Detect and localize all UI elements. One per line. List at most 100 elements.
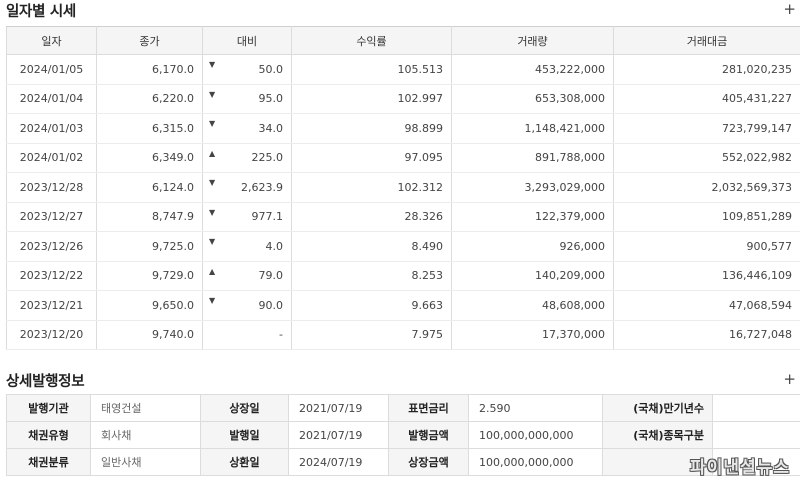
cell-close: 6,124.0 [96, 172, 203, 203]
cell-date: 2023/12/26 [6, 231, 97, 262]
cell-close: 6,315.0 [96, 113, 203, 144]
daily-row: 2023/12/21 9,650.0 ▼ 90.0 9.663 48,608,000 47,… [6, 290, 800, 321]
detail-row: 채권유형 회사채 발행일 2021/07/19 발행금액 100,000,000,000(… [6, 421, 800, 449]
cell-change: - [202, 320, 292, 350]
daily-row: 2023/12/27 8,747.9 ▼ 977.1 28.326 122,379,000… [6, 202, 800, 232]
down-arrow-icon: ▼ [209, 119, 216, 128]
cell-volume: 453,222,000 [451, 54, 614, 85]
detail-expand-icon[interactable]: + [783, 370, 796, 388]
cell-amount: 16,727,048 [613, 320, 800, 350]
cell-volume: 48,608,000 [451, 290, 614, 321]
detail-label: (국채)종목구분 [602, 421, 713, 449]
cell-amount: 136,446,109 [613, 261, 800, 291]
col-header-volume: 거래량 [451, 26, 614, 55]
cell-amount: 552,022,982 [613, 143, 800, 173]
cell-close: 9,729.0 [96, 261, 203, 291]
cell-change-value: 95.0 [258, 92, 284, 106]
cell-volume: 3,293,029,000 [451, 172, 614, 203]
cell-amount: 723,799,147 [613, 113, 800, 144]
cell-change-value: - [279, 328, 283, 342]
daily-row: 2023/12/26 9,725.0 ▼ 4.0 8.490 926,000 900,577 [6, 231, 800, 262]
cell-close: 6,220.0 [96, 84, 203, 114]
detail-value: 2021/07/19 [288, 394, 389, 422]
cell-change-value: 50.0 [258, 62, 284, 76]
detail-value: 2.590 [468, 394, 603, 422]
cell-date: 2024/01/02 [6, 143, 97, 173]
col-header-amount: 거래대금 [613, 26, 800, 55]
cell-change-value: 90.0 [258, 298, 284, 312]
cell-change: ▼ 90.0 [202, 290, 292, 321]
daily-row: 2024/01/03 6,315.0 ▼ 34.0 98.899 1,148,421,00… [6, 113, 800, 144]
cell-yield: 105.513 [291, 54, 452, 85]
cell-volume: 653,308,000 [451, 84, 614, 114]
cell-date: 2023/12/22 [6, 261, 97, 291]
cell-volume: 122,379,000 [451, 202, 614, 232]
daily-row: 2024/01/04 6,220.0 ▼ 95.0 102.997 653,308,000… [6, 84, 800, 114]
up-arrow-icon: ▲ [209, 266, 216, 276]
detail-label: 발행일 [200, 421, 289, 449]
cell-close: 6,170.0 [96, 54, 203, 85]
cell-volume: 140,209,000 [451, 261, 614, 291]
daily-row: 2024/01/02 6,349.0 ▲ 225.0 97.095 891,788,000… [6, 143, 800, 173]
detail-section-title: 상세발행정보 [6, 374, 85, 390]
detail-row: 채권분류 일반사채 상환일 2024/07/19 상장금액 100,000,000,000… [6, 448, 800, 476]
up-arrow-icon: ▲ [209, 148, 216, 158]
daily-header-row: 일자 종가 대비 수익률 거래량 거래대금 [6, 26, 800, 55]
detail-value: 일반사채 [90, 448, 201, 476]
cell-amount: 281,020,235 [613, 54, 800, 85]
cell-date: 2023/12/20 [6, 320, 97, 350]
cell-close: 9,740.0 [96, 320, 203, 350]
cell-yield: 98.899 [291, 113, 452, 144]
cell-change: ▼ 50.0 [202, 54, 292, 85]
watermark-logo: 파이낸셜뉴스 [690, 458, 790, 478]
down-arrow-icon: ▼ [209, 296, 216, 305]
down-arrow-icon: ▼ [209, 178, 216, 187]
detail-section-header: 상세발행정보 + [0, 370, 800, 394]
daily-expand-icon[interactable]: + [783, 0, 796, 18]
detail-row: 발행기관 태영건설 상장일 2021/07/19 표면금리 2.590 (국채)만기년수 [6, 394, 800, 422]
cell-amount: 900,577 [613, 231, 800, 262]
cell-yield: 97.095 [291, 143, 452, 173]
daily-row: 2023/12/20 9,740.0 -7.975 17,370,000 16,727,… [6, 320, 800, 350]
cell-yield: 102.312 [291, 172, 452, 203]
cell-volume: 891,788,000 [451, 143, 614, 173]
cell-change: ▲ 225.0 [202, 143, 292, 173]
detail-value [712, 421, 800, 449]
detail-label: (국채)만기년수 [602, 394, 713, 422]
daily-row: 2023/12/22 9,729.0 ▲ 79.0 8.253 140,209,000 13… [6, 261, 800, 291]
down-arrow-icon: ▼ [209, 89, 216, 99]
cell-date: 2024/01/05 [6, 54, 97, 85]
cell-date: 2023/12/21 [6, 290, 97, 321]
cell-date: 2023/12/28 [6, 172, 97, 203]
cell-amount: 47,068,594 [613, 290, 800, 321]
daily-table-body: 2024/01/05 6,170.0 ▼ 50.0 105.513 453,222,000… [6, 54, 800, 350]
detail-table-body: 발행기관 태영건설 상장일 2021/07/19 표면금리 2.590 (국채)만기년수 채권… [6, 394, 800, 476]
col-header-change: 대비 [202, 26, 292, 55]
cell-yield: 9.663 [291, 290, 452, 321]
detail-label: 표면금리 [388, 394, 469, 422]
detail-label: 발행금액 [388, 421, 469, 449]
detail-table-container: 발행기관 태영건설 상장일 2021/07/19 표면금리 2.590 (국채)만기년수 채권… [6, 394, 800, 476]
cell-yield: 8.490 [291, 231, 452, 262]
detail-label: 채권분류 [6, 448, 91, 476]
cell-change: ▼ 977.1 [202, 202, 292, 232]
cell-change: ▲ 79.0 [202, 261, 292, 291]
detail-label: 발행기관 [6, 394, 91, 422]
cell-volume: 1,148,421,000 [451, 113, 614, 144]
detail-value: 2024/07/19 [288, 448, 389, 476]
detail-info-table: 발행기관 태영건설 상장일 2021/07/19 표면금리 2.590 (국채)만기년수 채권… [6, 394, 800, 476]
daily-quotes-table: 일자 종가 대비 수익률 거래량 거래대금 2024/01/05 6,170.0 ▼… [6, 26, 800, 350]
cell-change-value: 4.0 [265, 239, 284, 253]
cell-change-value: 79.0 [258, 269, 284, 283]
detail-value: 2021/07/19 [288, 421, 389, 449]
cell-amount: 405,431,227 [613, 84, 800, 114]
detail-value [712, 394, 800, 422]
cell-amount: 109,851,289 [613, 202, 800, 232]
cell-volume: 926,000 [451, 231, 614, 262]
daily-row: 2023/12/28 6,124.0 ▼ 2,623.9 102.312 3,293,02… [6, 172, 800, 203]
cell-change-value: 225.0 [251, 151, 284, 165]
cell-change: ▼ 95.0 [202, 84, 292, 114]
cell-close: 6,349.0 [96, 143, 203, 173]
cell-change: ▼ 4.0 [202, 231, 292, 262]
cell-change-value: 977.1 [251, 210, 284, 224]
